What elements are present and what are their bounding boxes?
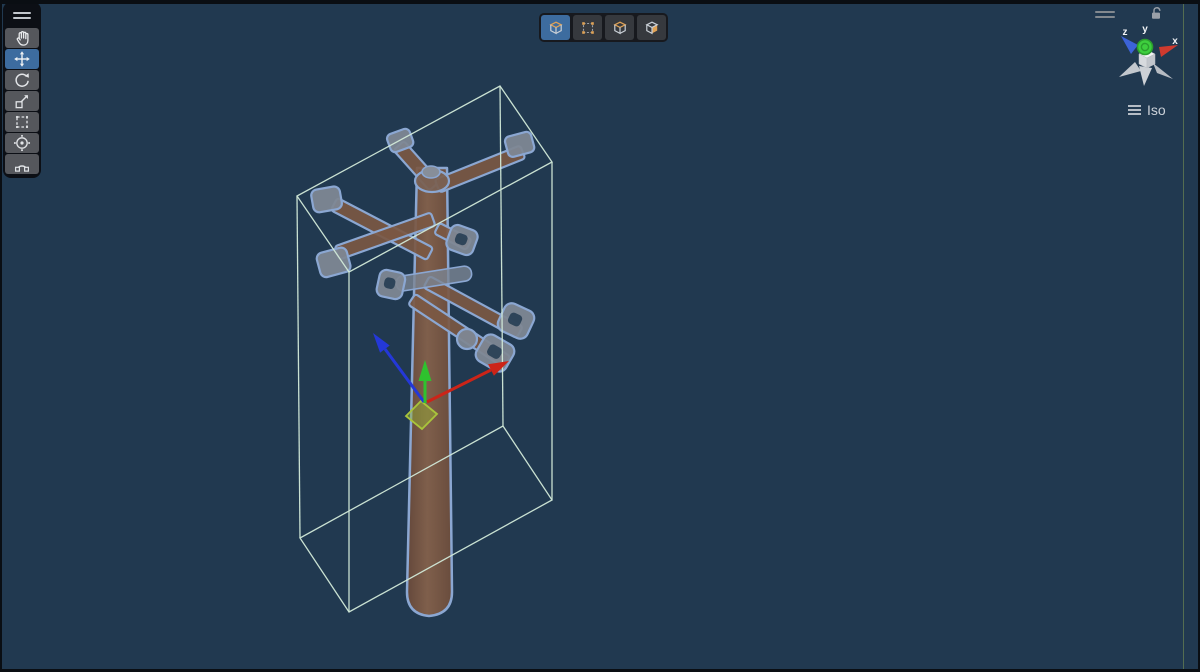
move-arrows-icon	[13, 50, 31, 68]
custom-arc-icon	[13, 155, 31, 173]
neg-axis-cone[interactable]	[1153, 63, 1173, 79]
vertex-mode-button[interactable]	[573, 15, 602, 40]
edge-mode-button[interactable]	[605, 15, 634, 40]
vertex-square-icon	[579, 19, 597, 37]
y-axis-label: y	[1142, 24, 1148, 35]
custom-tool-button[interactable]	[5, 154, 39, 174]
unity-scene-view: { "scene_view": { "background_color": "#…	[0, 0, 1200, 672]
cube-face-icon	[643, 19, 661, 37]
neg-axis-cone[interactable]	[1139, 66, 1152, 86]
transform-sphere-icon	[13, 134, 31, 152]
projection-label: Iso	[1147, 103, 1166, 117]
y-axis-ball[interactable]	[1138, 40, 1153, 55]
scale-arrow-icon	[13, 92, 31, 110]
rect-tool-button[interactable]	[5, 112, 39, 132]
move-tool-button[interactable]	[5, 49, 39, 69]
hand-icon	[13, 29, 31, 47]
object-mode-button[interactable]	[541, 15, 570, 40]
cube-icon	[547, 19, 565, 37]
cube-edge-icon	[611, 19, 629, 37]
x-axis-label: x	[1172, 36, 1178, 47]
orientation-overlay-drag-handle[interactable]	[1095, 11, 1117, 18]
toolbar-drag-handle[interactable]	[3, 4, 41, 28]
menu-icon	[1128, 105, 1141, 115]
orientation-gizmo[interactable]: z y x	[1108, 20, 1192, 96]
z-axis-label: z	[1123, 27, 1128, 38]
rotate-tool-button[interactable]	[5, 70, 39, 90]
selection-mode-toolbar	[539, 13, 668, 42]
scale-tool-button[interactable]	[5, 91, 39, 111]
tools-toolbar	[3, 4, 41, 178]
scene-canvas[interactable]	[2, 4, 1198, 669]
scene-viewport[interactable]: z y x Iso	[2, 4, 1198, 669]
rect-dashed-icon	[13, 113, 31, 131]
rotate-circle-icon	[13, 71, 31, 89]
projection-toggle[interactable]: Iso	[1128, 103, 1166, 117]
neg-axis-cone[interactable]	[1119, 62, 1141, 77]
z-axis-cone[interactable]	[1121, 36, 1138, 54]
view-pan-tool-button[interactable]	[5, 28, 39, 48]
face-mode-button[interactable]	[637, 15, 666, 40]
padlock-icon[interactable]	[1149, 5, 1165, 20]
transform-tool-button[interactable]	[5, 133, 39, 153]
pole-top-cap	[422, 166, 440, 178]
